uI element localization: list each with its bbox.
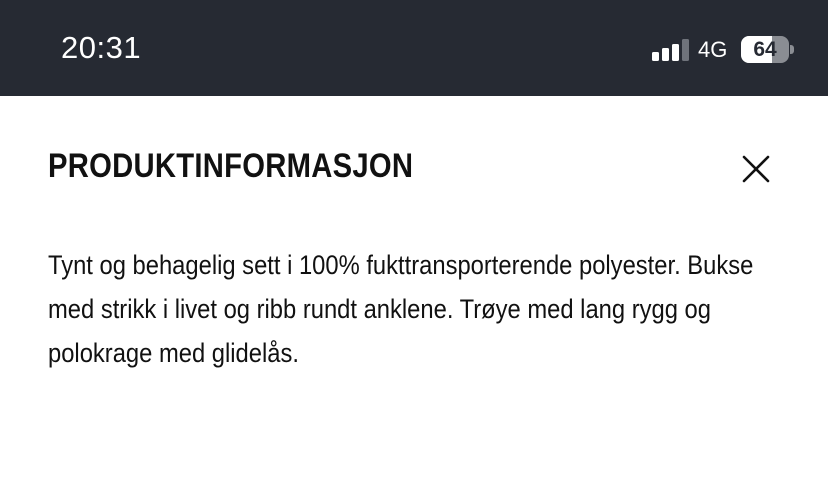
status-time: 20:31 [61, 30, 142, 65]
close-icon [742, 155, 770, 183]
status-bar: 20:31 4G 64 [0, 0, 828, 96]
battery-tip [790, 45, 794, 54]
page-title: PRODUKTINFORMASJON [48, 147, 414, 185]
network-type: 4G [698, 37, 728, 62]
close-button[interactable] [733, 146, 779, 192]
cellular-signal-icon [652, 39, 690, 61]
battery-percentage: 64 [753, 38, 777, 61]
signal-bar [672, 44, 679, 61]
signal-bar [682, 39, 689, 61]
product-description: Tynt og behagelig sett i 100% fukttransp… [48, 250, 754, 368]
signal-bar [652, 52, 659, 61]
signal-bar [662, 48, 669, 61]
battery-icon: 64 [741, 36, 789, 63]
